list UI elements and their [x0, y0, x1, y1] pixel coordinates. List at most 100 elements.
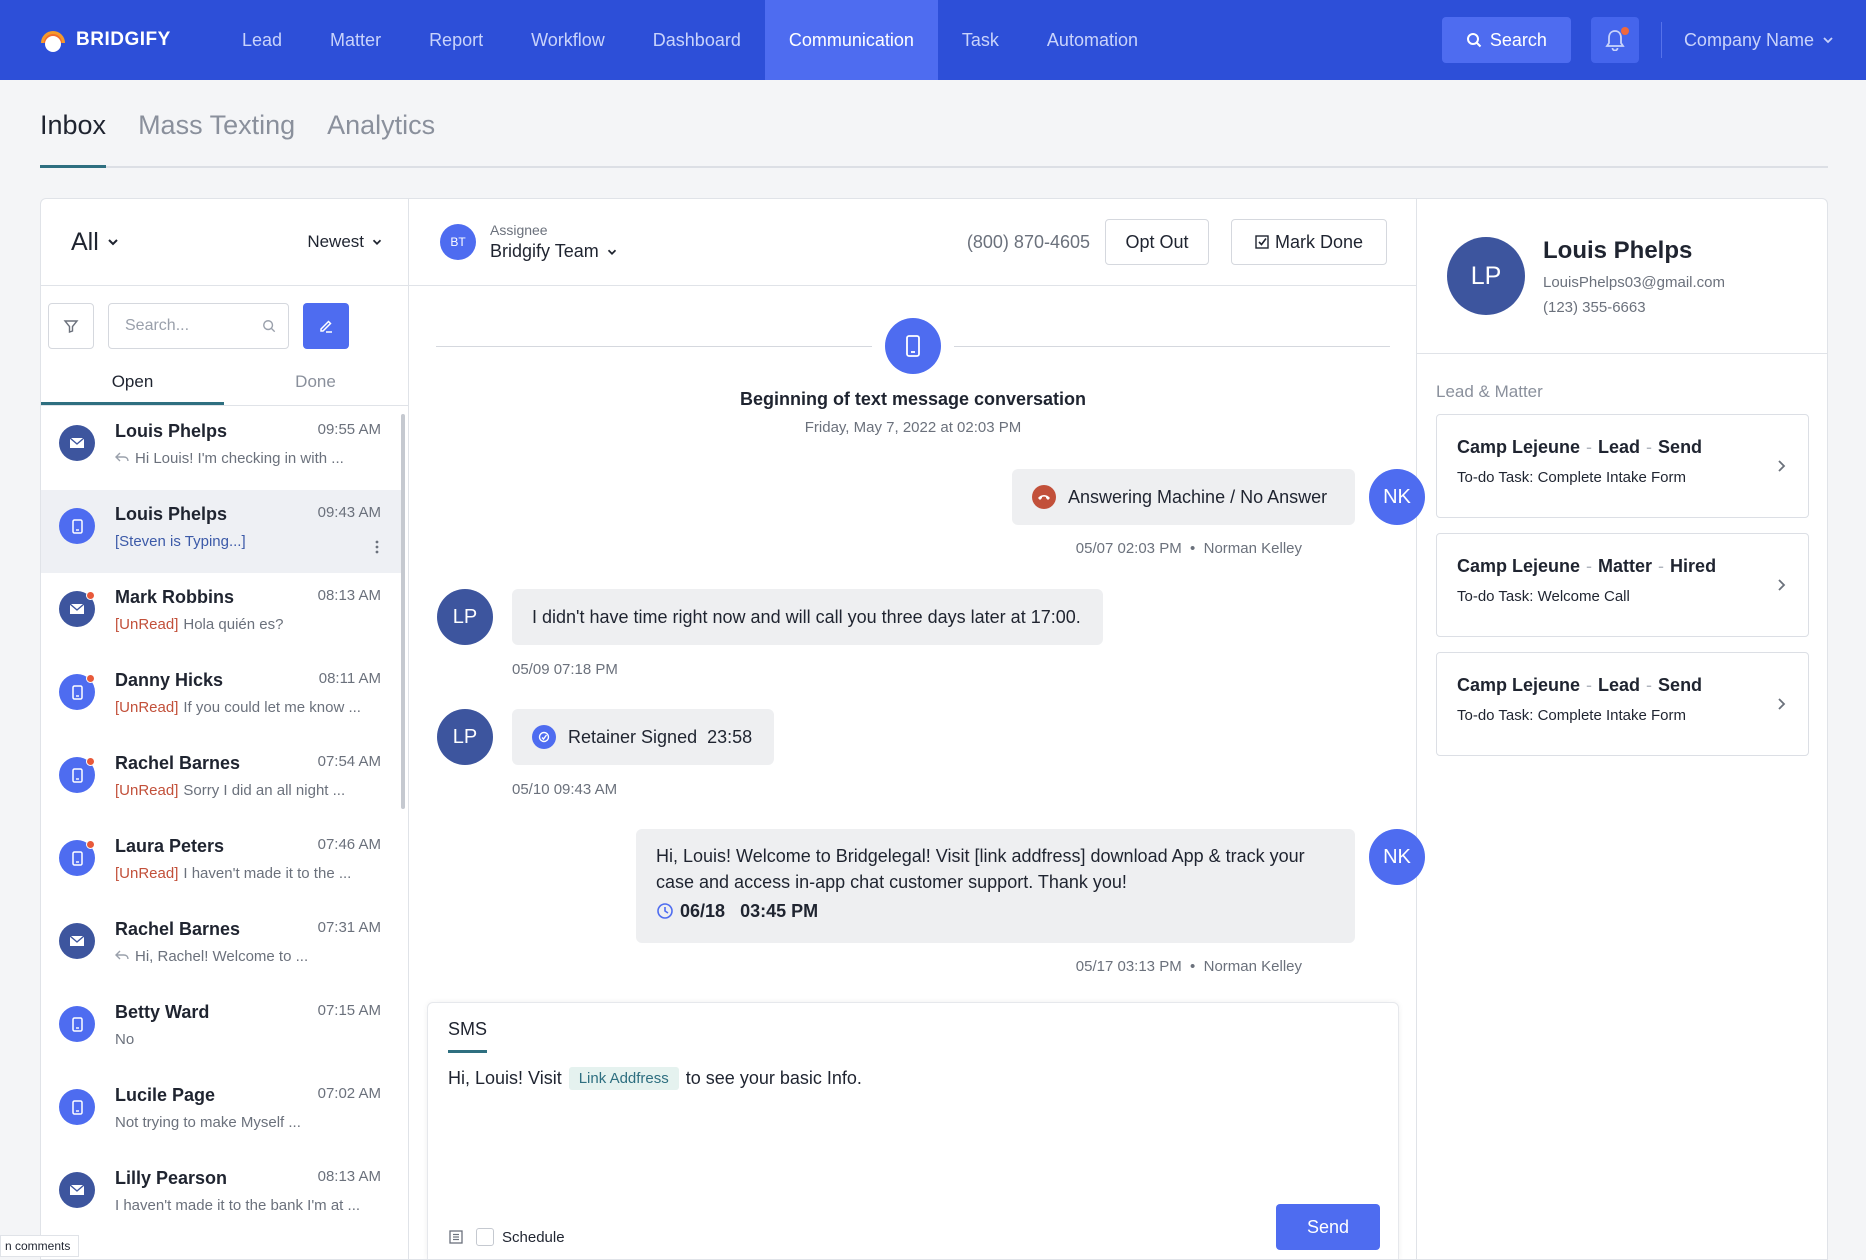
- conversation-start-title: Beginning of text message conversation: [739, 389, 1087, 409]
- incoming-message-text: I didn't have time right now and will ca…: [532, 606, 1081, 627]
- mobile-phone-icon: [885, 318, 941, 374]
- reply-icon: [115, 450, 135, 467]
- sort-value: Newest: [307, 232, 364, 251]
- preview-text: [Steven is Typing...]: [115, 533, 246, 550]
- conversation-preview: No: [115, 1031, 381, 1048]
- conversation-name: Mark Robbins: [115, 587, 235, 607]
- separator: -: [1646, 675, 1653, 695]
- conversation-preview: [Steven is Typing...]: [115, 533, 381, 550]
- notification-dot: [1620, 27, 1629, 35]
- conversation-preview: Not trying to make Myself ...: [115, 1114, 381, 1131]
- lead-matter-card[interactable]: Camp Lejeune - Lead - Send To-do Task: Comple…: [1436, 414, 1809, 518]
- conversation-filter-dropdown[interactable]: All: [71, 228, 121, 257]
- tab-mass-texting[interactable]: Mass Texting: [138, 110, 295, 168]
- send-button[interactable]: Send: [1276, 1204, 1380, 1250]
- conversation-search[interactable]: [108, 303, 289, 349]
- conversation-time: 07:02 AM: [317, 1085, 381, 1102]
- main-nav: Lead Matter Report Workflow Dashboard Communi…: [218, 0, 1162, 80]
- conversation-time: 08:13 AM: [317, 1168, 381, 1185]
- conversation-preview: [UnRead] Sorry I did an all night ...: [115, 782, 381, 799]
- chevron-right-icon: [1776, 459, 1786, 478]
- conversation-list-scrollbar[interactable]: [401, 414, 405, 809]
- unread-dot: [86, 840, 95, 849]
- sms-channel-icon: [59, 840, 95, 876]
- nav-item-report[interactable]: Report: [405, 0, 507, 80]
- tab-analytics[interactable]: Analytics: [327, 110, 435, 168]
- conversation-item[interactable]: Lilly Pearson 08:13 AM I haven't made it t…: [41, 1154, 401, 1237]
- contact-panel: LP Louis Phelps LouisPhelps03@gmail.com …: [1417, 199, 1827, 1259]
- conversation-item[interactable]: Laura Peters 07:46 AM [UnRead] I haven't ma…: [41, 822, 401, 905]
- conversation-item[interactable]: Mark Robbins 08:13 AM [UnRead] Hola quién e…: [41, 573, 401, 656]
- conversation-item[interactable]: Betty Ward 07:15 AM No: [41, 988, 401, 1071]
- link-chip[interactable]: Link Addfress: [568, 1067, 679, 1090]
- nav-item-matter[interactable]: Matter: [306, 0, 405, 80]
- lead-matter-task: To-do Task: Complete Intake Form: [1457, 707, 1686, 724]
- template-icon[interactable]: [448, 1229, 464, 1245]
- conversation-list: Louis Phelps 09:55 AM Hi Louis! I'm checki…: [41, 407, 401, 1259]
- filter-button[interactable]: [48, 303, 94, 349]
- conversation-time: 07:46 AM: [317, 836, 381, 853]
- nav-item-task[interactable]: Task: [938, 0, 1023, 80]
- conversation-item[interactable]: Louis Phelps 09:43 AM [Steven is Typing...…: [41, 490, 401, 573]
- conversation-search-input[interactable]: [125, 317, 255, 335]
- message-composer: SMS Hi, Louis! Visit Link Addfress to se…: [427, 1002, 1399, 1259]
- schedule-checkbox[interactable]: [476, 1228, 494, 1246]
- conversation-item[interactable]: Louis Phelps 09:55 AM Hi Louis! I'm checki…: [41, 407, 401, 490]
- lead-matter-card[interactable]: Camp Lejeune - Matter - Hired To-do Task: Wel…: [1436, 533, 1809, 637]
- preview-text: Hola quién es?: [183, 616, 284, 633]
- top-nav: BRIDGIFY Lead Matter Report Workflow Dashboa…: [0, 0, 1866, 80]
- clock-icon: [657, 903, 673, 919]
- contact-profile-avatar: LP: [1447, 237, 1525, 315]
- company-menu[interactable]: Company Name: [1684, 30, 1836, 51]
- lead-matter-card[interactable]: Camp Lejeune - Lead - Send To-do Task: Comple…: [1436, 652, 1809, 756]
- more-options-icon[interactable]: [375, 540, 379, 559]
- contact-name: Louis Phelps: [1543, 236, 1693, 264]
- chevron-right-icon: [1776, 578, 1786, 597]
- tab-inbox[interactable]: Inbox: [40, 110, 107, 168]
- nav-item-dashboard[interactable]: Dashboard: [629, 0, 765, 80]
- lead-matter-task: To-do Task: Welcome Call: [1457, 588, 1630, 605]
- conversation-item[interactable]: Rachel Barnes 07:31 AM Hi, Rachel! Welcome…: [41, 905, 401, 988]
- opt-out-button[interactable]: Opt Out: [1105, 219, 1209, 265]
- chevron-down-icon: [1823, 37, 1833, 44]
- nav-item-lead[interactable]: Lead: [218, 0, 306, 80]
- compose-button[interactable]: [303, 303, 349, 349]
- preview-text: If you could let me know ...: [183, 699, 361, 716]
- contact-phone-number: (800) 870-4605: [966, 231, 1090, 252]
- assignee-selector[interactable]: Assignee Bridgify Team: [490, 222, 619, 262]
- conversation-time: 09:55 AM: [317, 421, 381, 438]
- mark-done-button[interactable]: Mark Done: [1231, 219, 1387, 265]
- inbox-panel: All Newest OpenDone Louis Phelps 09:55 AM…: [40, 198, 1828, 1260]
- tab-done[interactable]: Done: [224, 366, 407, 405]
- comments-tooltip: n comments: [0, 1235, 80, 1257]
- conversation-item[interactable]: Rachel Barnes 07:54 AM [UnRead] Sorry I did…: [41, 739, 401, 822]
- brand-logo[interactable]: BRIDGIFY: [38, 25, 218, 55]
- notifications-button[interactable]: [1590, 17, 1639, 63]
- mark-done-label: Mark Done: [1274, 231, 1364, 252]
- tab-open[interactable]: Open: [41, 366, 224, 405]
- preview-text: Not trying to make Myself ...: [115, 1114, 301, 1131]
- conversation-time: 09:43 AM: [317, 504, 381, 521]
- conversation-start-date: Friday, May 7, 2022 at 02:03 PM: [804, 419, 1022, 436]
- global-search-button[interactable]: Search: [1441, 17, 1571, 63]
- conversation-preview: [UnRead] Hola quién es?: [115, 616, 381, 633]
- conversation-item[interactable]: Danny Hicks 08:11 AM [UnRead] If you could …: [41, 656, 401, 739]
- lead-matter-title: Lead & Matter: [1436, 382, 1543, 401]
- sort-dropdown[interactable]: Newest: [307, 232, 384, 252]
- preview-text: Sorry I did an all night ...: [183, 782, 346, 799]
- sms-channel-icon: [59, 674, 95, 710]
- nav-item-workflow[interactable]: Workflow: [507, 0, 629, 80]
- conversation-item[interactable]: Lucile Page 07:02 AM Not trying to make My…: [41, 1071, 401, 1154]
- composer-tab-sms[interactable]: SMS: [448, 1019, 488, 1053]
- nav-item-automation[interactable]: Automation: [1023, 0, 1162, 80]
- nav-item-communication[interactable]: Communication: [764, 0, 938, 80]
- call-message-text: Answering Machine / No Answer: [1068, 486, 1328, 507]
- chevron-down-icon: [607, 249, 616, 255]
- conversation-name: Rachel Barnes: [115, 753, 241, 773]
- composer-input[interactable]: Hi, Louis! Visit Link Addfress to see yo…: [448, 1067, 862, 1090]
- unread-dot: [86, 591, 95, 600]
- schedule-label: Schedule: [502, 1228, 565, 1246]
- separator: -: [1658, 556, 1665, 576]
- message-meta: 05/17 03:13 PM • Norman Kelley: [1075, 958, 1302, 975]
- conversation-name: Betty Ward: [115, 1002, 210, 1022]
